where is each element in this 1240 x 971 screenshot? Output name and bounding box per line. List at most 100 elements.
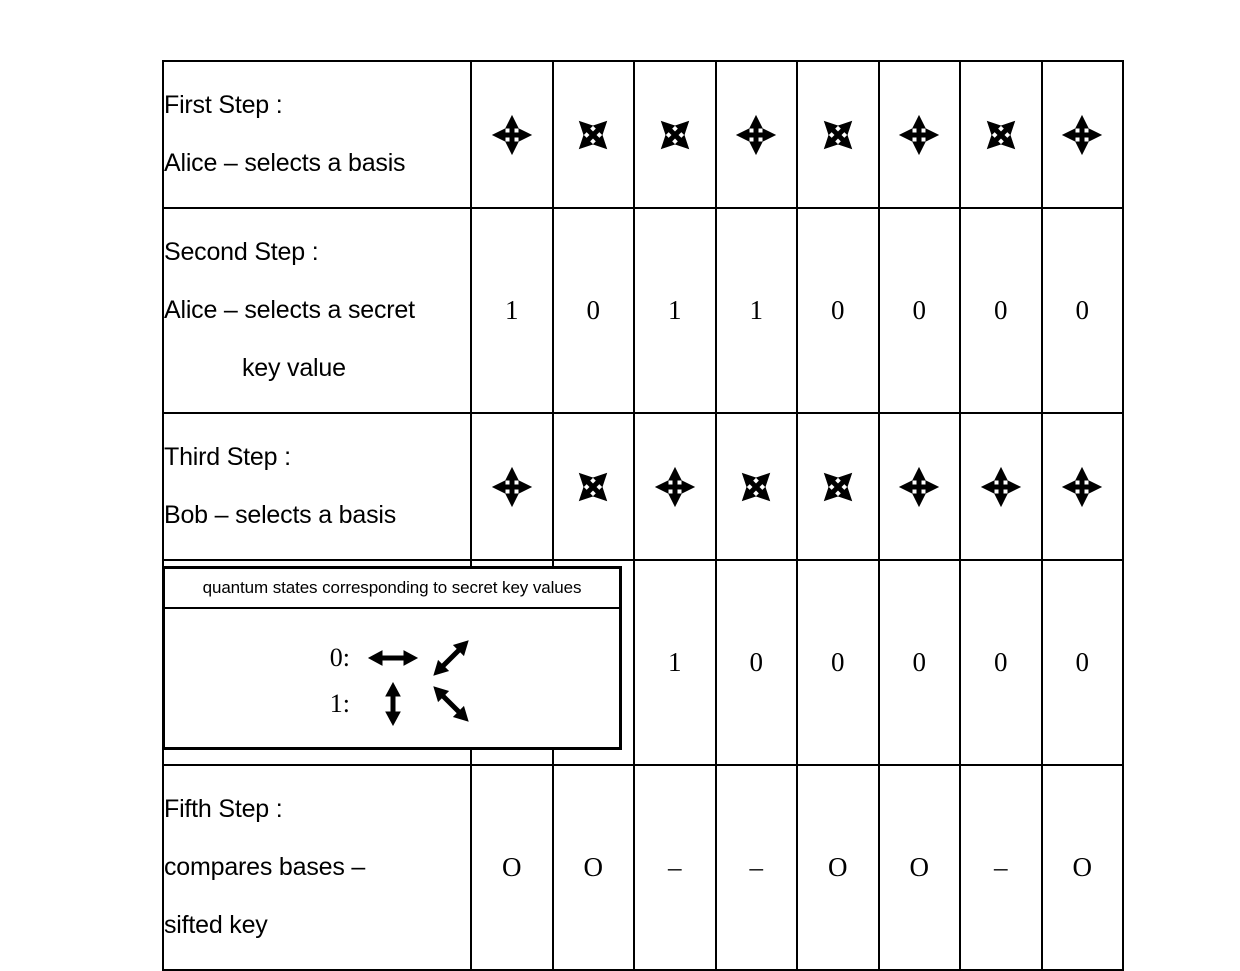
basis-diagonal-icon	[816, 465, 860, 509]
legend-box: quantum states corresponding to secret k…	[162, 566, 622, 750]
table-row: First Step : Alice – selects a basis	[162, 60, 1124, 209]
table-row: Third Step : Bob – selects a basis	[162, 412, 1124, 561]
bit-value: 0	[831, 647, 845, 677]
step-desc: Bob – selects a basis	[164, 501, 397, 529]
bit-cell: 0	[959, 559, 1043, 766]
table-row: Second Step : Alice – selects a secret k…	[162, 207, 1124, 414]
bit-cell: 0	[877, 207, 961, 414]
basis-rectilinear-icon	[490, 113, 534, 157]
bit-value: 0	[586, 295, 601, 325]
bit-value: 0	[912, 295, 927, 325]
bit-cell: 1	[470, 207, 554, 414]
table-row: Fifth Step : compares bases – sifted key…	[162, 764, 1124, 971]
basis-rectilinear-icon	[979, 465, 1023, 509]
step-desc-cont: key value	[242, 354, 346, 382]
bit-cell: 0	[796, 207, 880, 414]
basis-rectilinear-icon	[897, 113, 941, 157]
bit-cell: 0	[714, 559, 798, 766]
basis-cell	[1040, 60, 1124, 209]
basis-cell	[633, 60, 717, 209]
bit-cell: 1	[633, 207, 717, 414]
step-desc: compares bases –	[164, 853, 366, 881]
basis-rectilinear-icon	[734, 113, 778, 157]
bit-cell: 0	[959, 207, 1043, 414]
sift-mark: O	[1072, 852, 1093, 882]
sift-cell: O	[551, 764, 635, 971]
arrow-vertical-icon	[364, 682, 422, 726]
legend-body: 0: 1:	[165, 609, 619, 747]
basis-diagonal-icon	[571, 465, 615, 509]
basis-rectilinear-icon	[490, 465, 534, 509]
legend-row-one: 1:	[304, 681, 480, 727]
bit-cell: 0	[1040, 207, 1124, 414]
row-label-second-step: Second Step : Alice – selects a secret k…	[162, 207, 472, 414]
sift-cell: O	[877, 764, 961, 971]
basis-cell	[877, 412, 961, 561]
bit-cell: 1	[714, 207, 798, 414]
step-title: Second Step :	[164, 238, 319, 266]
basis-cell	[633, 412, 717, 561]
sift-cell: –	[959, 764, 1043, 971]
qkd-protocol-table: First Step : Alice – selects a basis Sec…	[162, 60, 1124, 971]
basis-diagonal-icon	[653, 113, 697, 157]
bit-cell: 0	[796, 559, 880, 766]
basis-cell	[1040, 412, 1124, 561]
sift-mark: –	[749, 852, 764, 882]
bit-value: 1	[749, 295, 764, 325]
row-label-third-step: Third Step : Bob – selects a basis	[162, 412, 472, 561]
basis-cell	[470, 412, 554, 561]
basis-diagonal-icon	[979, 113, 1023, 157]
step-desc: Alice – selects a basis	[164, 149, 406, 177]
bit-value: 0	[831, 295, 845, 325]
sift-mark: O	[828, 852, 848, 882]
sift-mark: O	[502, 852, 522, 882]
bit-cell: 0	[551, 207, 635, 414]
basis-cell	[714, 60, 798, 209]
step-title: Fifth Step :	[164, 795, 283, 823]
step-desc-cont: sifted key	[164, 911, 268, 939]
sift-mark: O	[583, 852, 604, 882]
step-desc: Alice – selects a secret	[164, 296, 415, 324]
basis-rectilinear-icon	[1060, 113, 1104, 157]
basis-cell	[470, 60, 554, 209]
legend-title-row: quantum states corresponding to secret k…	[165, 569, 619, 609]
basis-rectilinear-icon	[653, 465, 697, 509]
sift-cell: –	[714, 764, 798, 971]
basis-cell	[877, 60, 961, 209]
bit-value: 1	[668, 647, 682, 677]
legend-key-label: 1:	[329, 689, 350, 718]
sift-cell: O	[1040, 764, 1124, 971]
basis-diagonal-icon	[734, 465, 778, 509]
sift-cell: O	[470, 764, 554, 971]
bit-value: 0	[912, 647, 927, 677]
sift-mark: –	[668, 852, 682, 882]
basis-cell	[551, 60, 635, 209]
basis-cell	[551, 412, 635, 561]
bit-cell: 0	[1040, 559, 1124, 766]
legend-key-label: 0:	[329, 643, 350, 672]
basis-cell	[959, 60, 1043, 209]
basis-cell	[714, 412, 798, 561]
bit-value: 1	[505, 295, 519, 325]
row-label-fifth-step: Fifth Step : compares bases – sifted key	[162, 764, 472, 971]
sift-mark: –	[994, 852, 1008, 882]
sift-cell: O	[796, 764, 880, 971]
row-label-first-step: First Step : Alice – selects a basis	[162, 60, 472, 209]
basis-cell	[796, 412, 880, 561]
arrow-diagonal-down-icon	[422, 682, 480, 726]
basis-cell	[796, 60, 880, 209]
legend-title: quantum states corresponding to secret k…	[202, 578, 582, 597]
bit-value: 0	[1075, 647, 1090, 677]
step-title: First Step :	[164, 91, 283, 119]
bit-value: 0	[1075, 295, 1090, 325]
arrow-diagonal-up-icon	[422, 636, 480, 680]
step-title: Third Step :	[164, 443, 291, 471]
bit-value: 0	[994, 295, 1008, 325]
bit-cell: 1	[633, 559, 717, 766]
legend-row-zero: 0:	[304, 635, 480, 681]
sift-mark: O	[909, 852, 930, 882]
sift-cell: –	[633, 764, 717, 971]
bit-value: 0	[749, 647, 764, 677]
bit-value: 0	[994, 647, 1008, 677]
basis-rectilinear-icon	[897, 465, 941, 509]
